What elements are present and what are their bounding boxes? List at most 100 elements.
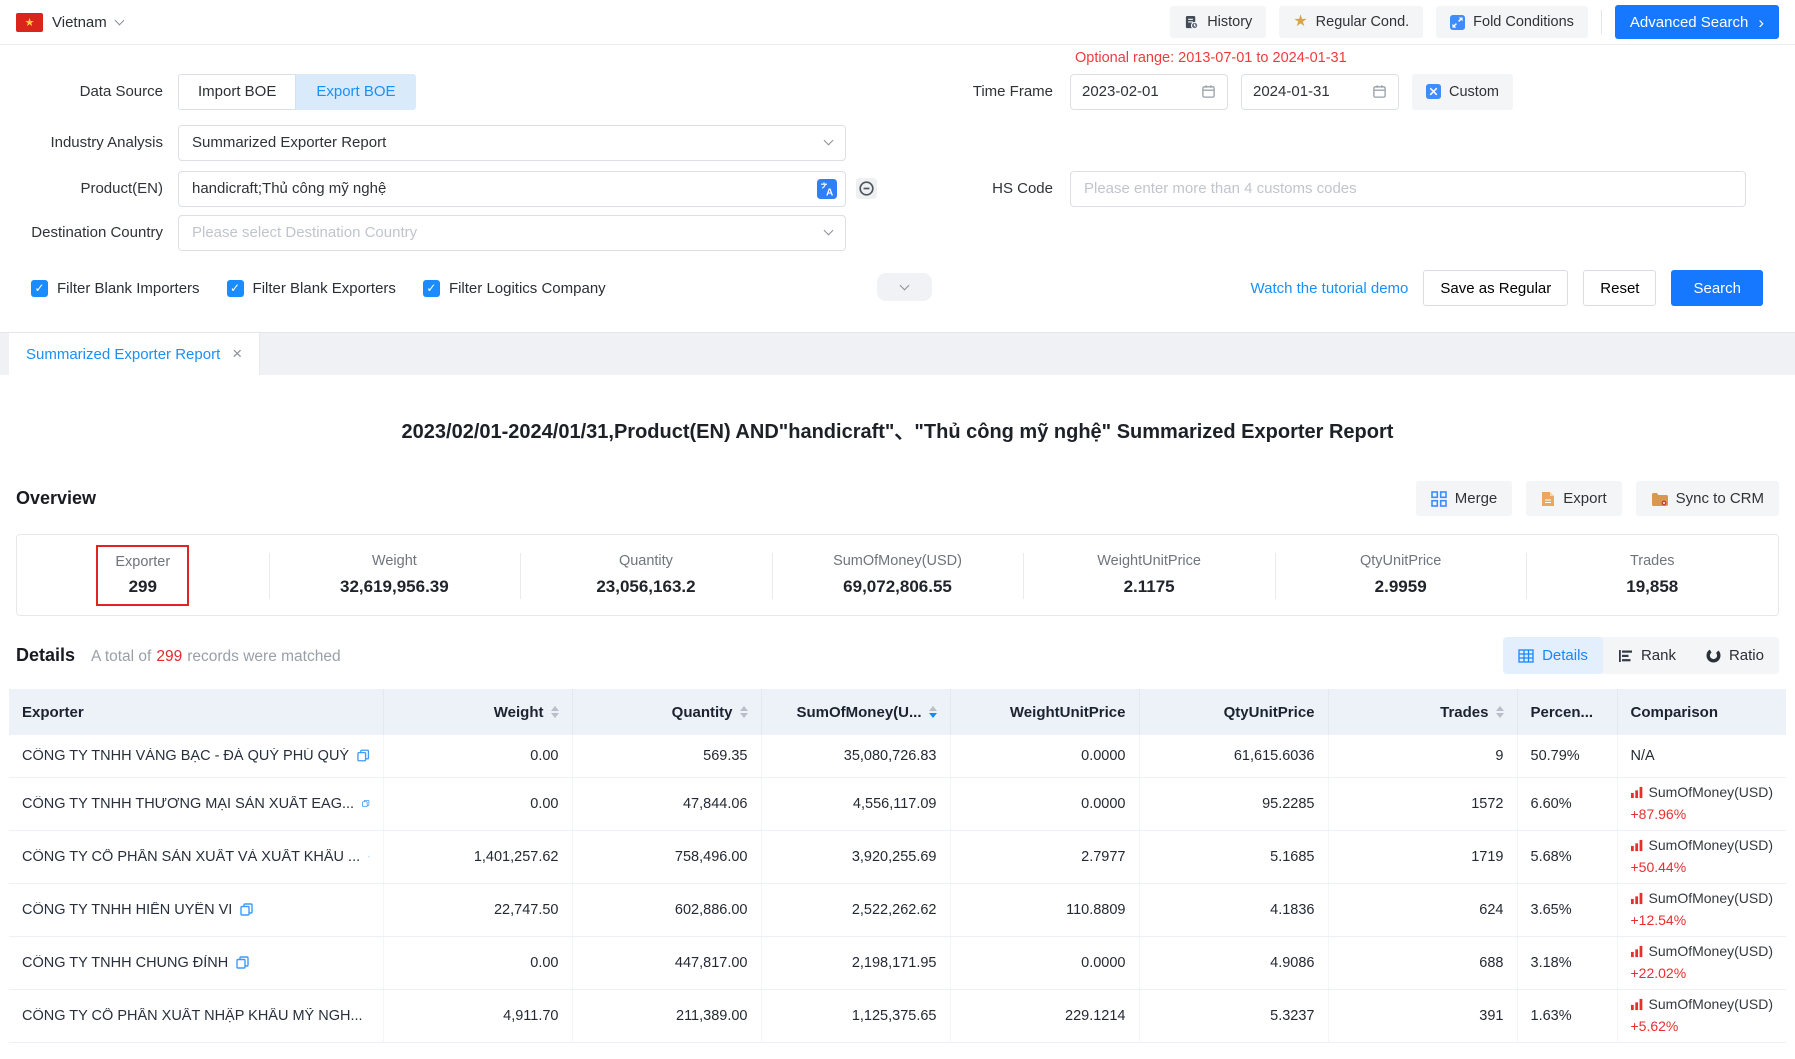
table-row: CÔNG TY TNHH THƯƠNG MẠI SẢN XUẤT EAG... … [9,777,1786,830]
trades-cell: 688 [1328,936,1517,989]
search-button[interactable]: Search [1671,270,1763,306]
stat-trades: Trades 19,858 [1526,535,1778,615]
checkbox-checked-icon: ✓ [227,280,244,297]
collapse-conditions-button[interactable] [877,273,932,301]
regular-cond-label: Regular Cond. [1316,14,1410,30]
copy-icon[interactable] [357,749,369,762]
date-from-value: 2023-02-01 [1082,83,1159,100]
copy-icon[interactable] [236,956,249,969]
donut-icon [1706,648,1721,663]
exporter-name-link[interactable]: CÔNG TY TNHH THƯƠNG MẠI SẢN XUẤT EAG... [22,796,370,812]
optional-range-text: Optional range: 2013-07-01 to 2024-01-31 [1075,50,1347,66]
save-as-regular-button[interactable]: Save as Regular [1423,270,1568,306]
filter-blank-exporters-checkbox[interactable]: ✓ Filter Blank Exporters [227,280,396,297]
filter-blank-exporters-label: Filter Blank Exporters [253,280,396,297]
sort-icon[interactable] [551,706,559,718]
sum-cell: 1,125,375.65 [761,989,950,1042]
table-row: CÔNG TY CỔ PHẦN XUẤT NHẬP KHẨU MỸ NGH...… [9,989,1786,1042]
copy-icon[interactable] [240,903,253,916]
data-source-label: Data Source [0,83,178,100]
filter-logitics-company-checkbox[interactable]: ✓ Filter Logitics Company [423,280,606,297]
form-actions: Watch the tutorial demo Save as Regular … [1251,268,1763,308]
history-button[interactable]: History [1170,6,1266,38]
tab-summarized-exporter-report[interactable]: Summarized Exporter Report × [9,333,260,375]
table-row: CÔNG TY TNHH CHUNG ĐỈNH 0.00 447,817.00 … [9,936,1786,989]
exporter-name-link[interactable]: CÔNG TY CỔ PHẦN XUẤT NHẬP KHẨU MỸ NGH... [22,1008,370,1024]
hs-code-group: HS Code [905,170,1746,207]
percent-cell: 3.18% [1517,936,1617,989]
export-file-icon [1541,491,1555,507]
fold-icon [1450,15,1465,30]
trades-cell: 391 [1328,989,1517,1042]
chevron-down-icon [824,136,834,146]
star-icon: ★ [1293,14,1307,30]
details-table: Exporter Weight Quantity SumOfMoney(U...… [9,689,1786,1043]
sum-cell: 3,920,255.69 [761,830,950,883]
vietnam-flag-icon: ★ [16,13,43,32]
fold-conditions-button[interactable]: Fold Conditions [1436,6,1588,38]
topbar-actions: History ★ Regular Cond. Fold Conditions … [1170,5,1779,39]
exporter-name-link[interactable]: CÔNG TY TNHH CHUNG ĐỈNH [22,955,370,971]
view-details-label: Details [1542,647,1588,664]
data-source-segment: Import BOE Export BOE [178,74,416,110]
advanced-search-button[interactable]: Advanced Search › [1615,5,1779,39]
time-frame-label: Time Frame [905,83,1070,100]
sort-icon-active-desc[interactable] [929,706,937,718]
trend-up-icon [1631,892,1643,905]
exporter-name-link[interactable]: CÔNG TY CỔ PHẦN SẢN XUẤT VÀ XUẤT KHẨU ..… [22,849,370,865]
exclude-icon[interactable] [856,178,877,199]
sum-cell: 2,522,262.62 [761,883,950,936]
col-trades[interactable]: Trades [1328,689,1517,735]
checkbox-checked-icon: ✓ [31,280,48,297]
col-weight[interactable]: Weight [383,689,572,735]
view-ratio-button[interactable]: Ratio [1691,637,1779,674]
sort-icon[interactable] [1496,706,1504,718]
percent-cell: 3.65% [1517,883,1617,936]
export-boe-button[interactable]: Export BOE [296,74,415,110]
exporter-name-link[interactable]: CÔNG TY TNHH VÀNG BẠC - ĐÁ QUÝ PHÚ QUÝ [22,748,370,764]
filter-blank-importers-checkbox[interactable]: ✓ Filter Blank Importers [31,280,200,297]
tutorial-link[interactable]: Watch the tutorial demo [1251,280,1409,297]
date-to-input[interactable]: 2024-01-31 [1241,74,1399,110]
reset-button[interactable]: Reset [1583,270,1656,306]
weight-cell: 0.00 [383,735,572,777]
quantity-cell: 569.35 [572,735,761,777]
col-sum-of-money[interactable]: SumOfMoney(U... [761,689,950,735]
destination-country-select[interactable]: Please select Destination Country [178,215,846,251]
date-from-input[interactable]: 2023-02-01 [1070,74,1228,110]
regular-cond-button[interactable]: ★ Regular Cond. [1279,6,1423,38]
col-quantity[interactable]: Quantity [572,689,761,735]
matched-count: 299 [156,648,182,665]
close-icon[interactable]: × [232,344,242,364]
view-rank-button[interactable]: Rank [1603,637,1691,674]
qup-cell: 61,615.6036 [1139,735,1328,777]
translate-icon[interactable]: A [817,179,837,199]
weight-cell: 1,401,257.62 [383,830,572,883]
quantity-cell: 602,886.00 [572,883,761,936]
custom-range-button[interactable]: Custom [1412,74,1513,110]
sync-to-crm-button[interactable]: Sync to CRM [1636,481,1779,516]
industry-analysis-label: Industry Analysis [0,134,178,151]
chevron-down-icon [114,15,124,25]
comparison-cell: N/A [1617,735,1786,777]
sort-icon[interactable] [740,706,748,718]
destination-country-placeholder: Please select Destination Country [192,224,417,241]
quantity-cell: 211,389.00 [572,989,761,1042]
import-boe-button[interactable]: Import BOE [178,74,296,110]
product-input[interactable] [192,180,809,197]
exporter-name-link[interactable]: CÔNG TY TNHH HIỀN UYÊN VI [22,902,370,918]
copy-icon[interactable] [362,797,369,810]
copy-icon[interactable] [368,850,369,863]
hs-code-label: HS Code [905,180,1070,197]
trend-up-icon [1631,786,1643,799]
view-details-button[interactable]: Details [1503,637,1603,674]
industry-analysis-select[interactable]: Summarized Exporter Report [178,125,846,161]
country-selector[interactable]: ★ Vietnam [16,13,123,32]
tab-label: Summarized Exporter Report [26,346,220,363]
time-frame-group: Time Frame 2023-02-01 2024-01-31 Custom [905,73,1513,110]
export-button[interactable]: Export [1526,481,1621,516]
hs-code-input[interactable] [1070,171,1746,207]
merge-button[interactable]: Merge [1416,481,1513,516]
comparison-cell: SumOfMoney(USD)+50.44% [1617,830,1786,883]
quantity-cell: 47,844.06 [572,777,761,830]
